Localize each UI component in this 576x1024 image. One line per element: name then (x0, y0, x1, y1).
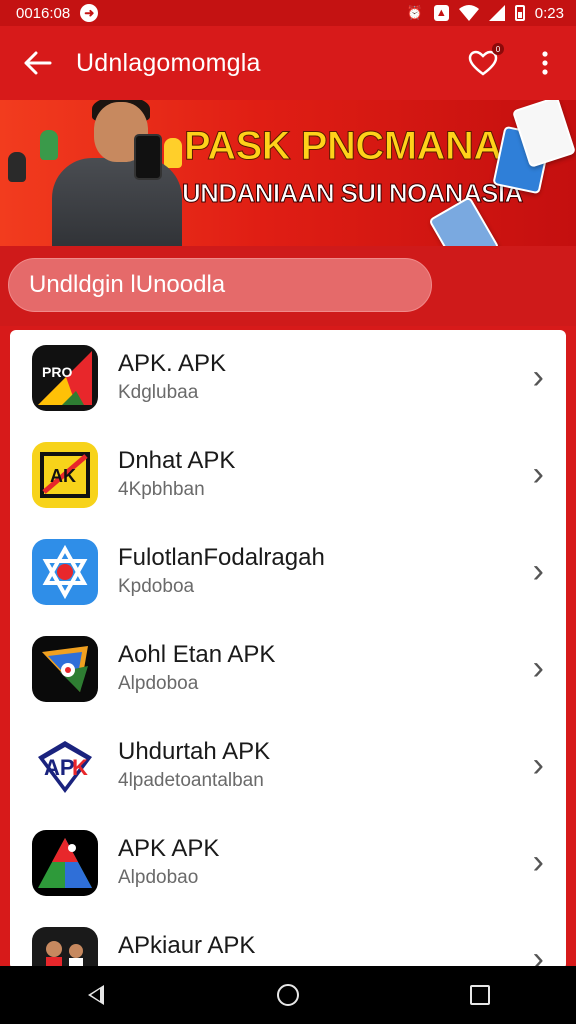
figurine-image (8, 152, 26, 182)
chevron-right-icon: › (532, 746, 544, 784)
favorite-button[interactable]: 0 (452, 26, 514, 100)
list-item[interactable]: AP K Uhdurtah APK 4lpadetoantalban › (10, 718, 566, 815)
app-notification-icon: ▲ (433, 5, 449, 21)
app-icon-triangle (32, 830, 98, 896)
nav-back-button[interactable] (56, 966, 136, 1024)
list-item[interactable]: APkiaur APK › (10, 912, 566, 970)
app-title: APK. APK (118, 350, 227, 377)
list-item[interactable]: AK Dnhat APK 4Kpbhban › (10, 427, 566, 524)
signal-icon (488, 5, 505, 21)
app-icon-apkiaur (32, 927, 98, 970)
banner-title: PASK PNCMANAN (183, 124, 531, 169)
chevron-right-icon: › (532, 843, 544, 881)
app-subtitle: 4lpadetoantalban (118, 770, 264, 791)
arrow-left-icon (24, 51, 52, 75)
app-title: APkiaur APK (118, 932, 256, 959)
app-subtitle: Alpdoboa (118, 673, 199, 694)
app-list: PRO APK. APK Kdglubaa › AK Dnhat APK 4Kp… (10, 330, 566, 970)
app-bar: Udnlagomomgla 0 (0, 26, 576, 100)
app-title: Dnhat APK (118, 447, 236, 474)
list-item[interactable]: APK APK Alpdobao › (10, 815, 566, 912)
wifi-icon (458, 5, 479, 21)
alarm-icon: ⏰ (406, 5, 423, 20)
more-vertical-icon (542, 51, 548, 75)
app-subtitle: Alpdobao (118, 867, 199, 888)
chevron-right-icon: › (532, 358, 544, 396)
app-icon-apk-badge: AP K (32, 733, 98, 799)
app-subtitle: Kpdoboa (118, 576, 195, 597)
category-chip[interactable]: Undldgin lUnoodla (8, 258, 432, 312)
promo-banner[interactable]: PASK PNCMANAN UNDANIAAN SUI NOANASIA (0, 100, 576, 246)
list-item[interactable]: FulotlanFodalragah Kpdoboa › (10, 524, 566, 621)
banner-person-image (28, 100, 182, 246)
system-nav-bar (0, 966, 576, 1024)
app-subtitle: 4Kpbhban (118, 479, 205, 500)
svg-text:K: K (72, 755, 88, 780)
nav-recents-button[interactable] (440, 966, 520, 1024)
svg-text:AK: AK (50, 466, 76, 486)
list-item[interactable]: Aohl Etan APK Alpdoboa › (10, 621, 566, 718)
svg-text:AP: AP (44, 755, 75, 780)
status-time: 0016:08 (16, 4, 71, 22)
battery-icon (514, 5, 525, 21)
app-subtitle: Kdglubaa (118, 382, 199, 403)
back-triangle-icon (88, 985, 104, 1005)
list-item[interactable]: PRO APK. APK Kdglubaa › (10, 330, 566, 427)
nav-home-button[interactable] (248, 966, 328, 1024)
more-options-button[interactable] (514, 26, 576, 100)
status-left: 0016:08 ➜ (16, 4, 99, 22)
status-bar: 0016:08 ➜ ⏰ ▲ 0:23 (0, 0, 576, 26)
app-icon-aohl (32, 636, 98, 702)
app-icon-apk: PRO (32, 345, 98, 411)
status-right: ⏰ ▲ 0:23 (406, 4, 564, 22)
app-icon-dnhat: AK (32, 442, 98, 508)
status-clock: 0:23 (534, 4, 564, 22)
page-title: Udnlagomomgla (76, 48, 261, 77)
heart-icon (468, 50, 498, 76)
badge-count: 0 (492, 43, 504, 55)
notification-icon: ➜ (80, 4, 99, 22)
banner-shirt (52, 158, 182, 246)
back-button[interactable] (0, 26, 76, 100)
phone-image (134, 134, 162, 180)
chevron-right-icon: › (532, 649, 544, 687)
chevron-right-icon: › (532, 455, 544, 493)
svg-text:PRO: PRO (42, 364, 72, 380)
recents-square-icon (470, 985, 490, 1005)
app-title: APK APK (118, 835, 220, 862)
app-title: Uhdurtah APK (118, 738, 271, 765)
app-title: FulotlanFodalragah (118, 544, 325, 571)
app-icon-star (32, 539, 98, 605)
home-circle-icon (277, 984, 299, 1006)
app-title: Aohl Etan APK (118, 641, 276, 668)
chevron-right-icon: › (532, 552, 544, 590)
